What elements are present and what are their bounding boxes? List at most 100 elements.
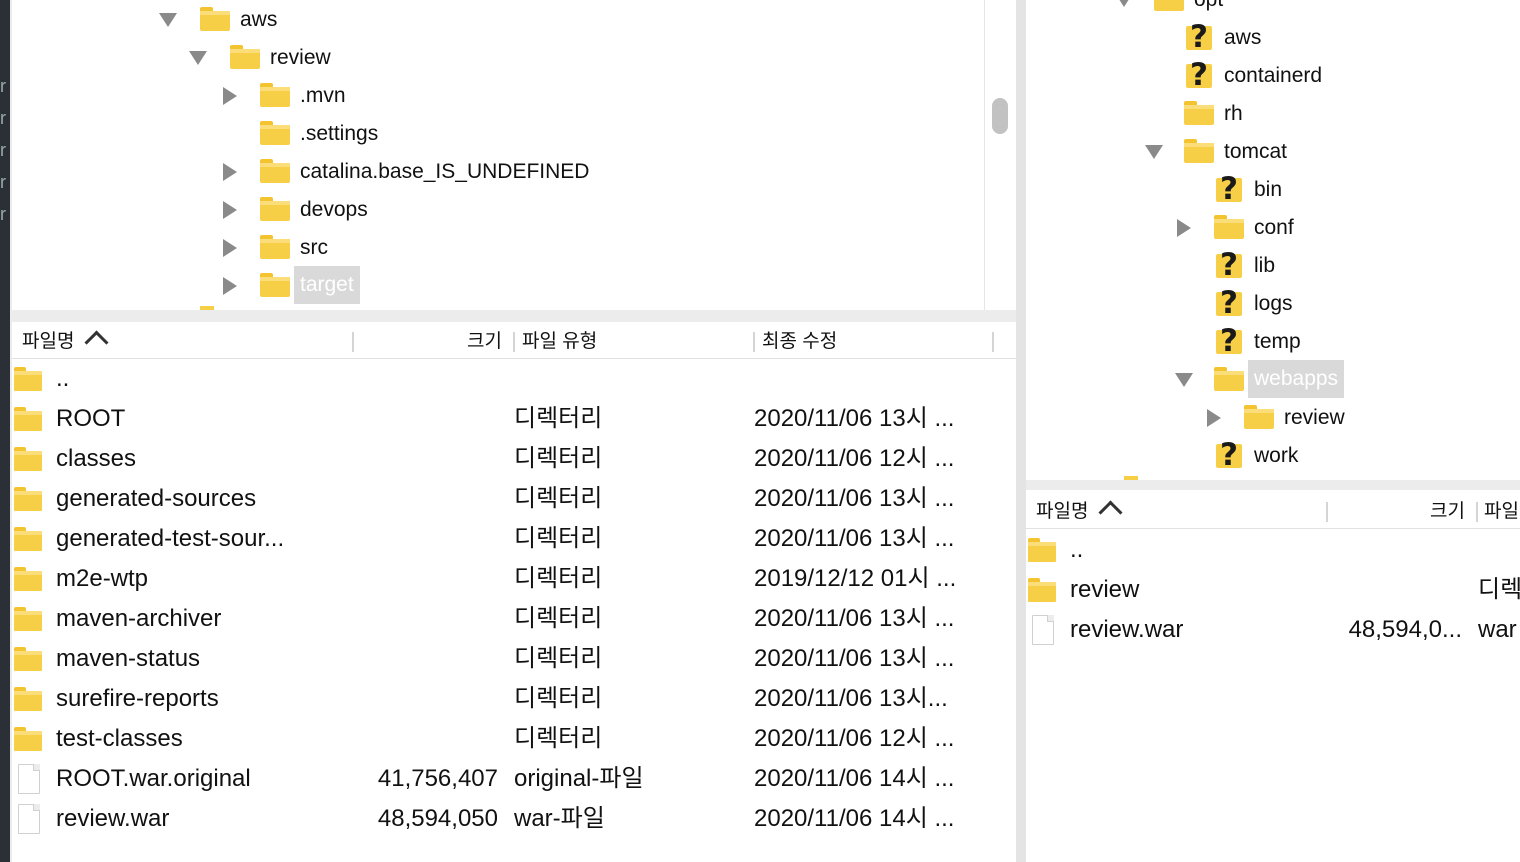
file-list-row[interactable]: .. [1026, 530, 1520, 570]
folder-icon [14, 487, 42, 511]
column-label: 크기 [467, 331, 502, 352]
column-header-name[interactable]: 파일명 [22, 326, 109, 358]
file-list-row[interactable]: review 디렉 [1026, 570, 1520, 610]
local-directory-tree[interactable]: aws review .mvn .settings catalina.base_… [12, 0, 1016, 310]
expand-arrow-icon[interactable] [158, 10, 178, 30]
tree-item-tomcat[interactable]: tomcat [1026, 133, 1520, 171]
collapse-arrow-icon[interactable] [1174, 218, 1194, 238]
tree-item-rh[interactable]: rh [1026, 95, 1520, 133]
collapse-arrow-icon[interactable] [220, 200, 240, 220]
remote-file-list[interactable]: 파일명 크기 파일 .. review 디렉 review.war 48,594,0..… [1026, 490, 1520, 862]
tree-item-review[interactable]: review [12, 39, 982, 77]
file-list-row[interactable]: maven-archiver 디렉터리 2020/11/06 13시 ... [12, 599, 1016, 639]
column-label: 파일명 [1036, 501, 1089, 522]
file-modified: 2020/11/06 13시 ... [754, 525, 955, 552]
file-list-row[interactable]: classes 디렉터리 2020/11/06 12시 ... [12, 439, 1016, 479]
file-list-row[interactable]: maven-status 디렉터리 2020/11/06 13시 ... [12, 639, 1016, 679]
tree-item-review[interactable]: review [1026, 399, 1520, 437]
file-modified: 2020/11/06 12시 ... [754, 445, 955, 472]
column-divider[interactable] [1326, 502, 1328, 522]
tree-scrollbar-track[interactable] [984, 0, 985, 310]
tree-item-label: logs [1254, 292, 1293, 315]
file-name: ROOT.war.original [56, 765, 251, 792]
collapse-arrow-icon[interactable] [220, 238, 240, 258]
tree-item-bin[interactable]: ? bin [1026, 171, 1520, 209]
tree-item-mvn[interactable]: .mvn [12, 77, 982, 115]
column-header-type[interactable]: 파일 [1484, 496, 1519, 528]
collapse-arrow-icon[interactable] [220, 86, 240, 106]
tree-item-target[interactable]: target [12, 266, 982, 305]
collapse-arrow-icon[interactable] [220, 162, 240, 182]
tree-item-webapps[interactable]: webapps [1026, 360, 1520, 399]
file-name: generated-sources [56, 485, 257, 512]
unknown-folder-icon: ? [1184, 58, 1214, 92]
folder-icon [1244, 405, 1274, 429]
folder-icon [260, 159, 290, 183]
file-list-row[interactable]: review.war 48,594,050 war-파일 2020/11/06 14시… [12, 799, 1016, 839]
folder-icon [1184, 101, 1214, 125]
file-list-row[interactable]: .. [12, 359, 1016, 399]
folder-icon [1154, 0, 1184, 11]
tree-item-temp[interactable]: ? temp [1026, 323, 1520, 361]
expand-arrow-icon[interactable] [1144, 142, 1164, 162]
file-list-row[interactable]: generated-test-sour... 디렉터리 2020/11/06 13시… [12, 519, 1016, 559]
column-header-size[interactable]: 크기 [1430, 496, 1465, 528]
folder-icon [200, 306, 214, 310]
folder-icon [14, 687, 42, 711]
file-list-row[interactable]: ROOT 디렉터리 2020/11/06 13시 ... [12, 399, 1016, 439]
folder-icon [1214, 215, 1244, 239]
file-name: maven-status [56, 645, 201, 672]
collapse-arrow-icon[interactable] [1204, 408, 1224, 428]
tree-item-containerd[interactable]: ? containerd [1026, 57, 1520, 95]
tree-item-aws[interactable]: ? aws [1026, 19, 1520, 57]
tree-item-aws[interactable]: aws [12, 1, 982, 39]
tree-item-lib[interactable]: ? lib [1026, 247, 1520, 285]
unknown-folder-icon: ? [1214, 324, 1244, 358]
column-header-name[interactable]: 파일명 [1036, 496, 1123, 528]
tree-item-label: work [1254, 444, 1299, 467]
tree-item-opt[interactable]: opt [1026, 0, 1520, 19]
column-label: 파일 [1484, 501, 1519, 522]
local-file-list[interactable]: 파일명 크기 파일 유형 최종 수정 .. ROOT 디렉터리 2020/11/06 … [12, 322, 1016, 862]
folder-icon [14, 607, 42, 631]
tree-item-devops[interactable]: devops [12, 191, 982, 229]
column-divider[interactable] [753, 332, 755, 352]
expand-arrow-icon[interactable] [1174, 370, 1194, 390]
expand-arrow-icon[interactable] [1114, 0, 1134, 10]
file-list-row[interactable]: review.war 48,594,0... war [1026, 610, 1520, 650]
tree-item-logs[interactable]: ? logs [1026, 285, 1520, 323]
column-divider[interactable] [992, 332, 994, 352]
column-divider[interactable] [513, 332, 515, 352]
tree-item-conf[interactable]: conf [1026, 209, 1520, 247]
tree-item-work[interactable]: ? work [1026, 437, 1520, 475]
file-list-row[interactable]: ROOT.war.original 41,756,407 original-파일 20… [12, 759, 1016, 799]
background-char: r [0, 108, 6, 128]
tree-item-catalina[interactable]: catalina.base_IS_UNDEFINED [12, 153, 982, 191]
tree-item-settings[interactable]: .settings [12, 115, 982, 153]
background-char: r [0, 76, 6, 96]
file-list-row[interactable]: surefire-reports 디렉터리 2020/11/06 13시... [12, 679, 1016, 719]
file-list-row[interactable]: test-classes 디렉터리 2020/11/06 12시 ... [12, 719, 1016, 759]
folder-icon [260, 235, 290, 259]
column-divider[interactable] [352, 332, 354, 352]
tree-item-label: target [294, 266, 360, 304]
folder-icon [1028, 578, 1056, 602]
column-header-size[interactable]: 크기 [467, 326, 502, 358]
pane-splitter[interactable] [1016, 0, 1026, 862]
unknown-folder-icon: ? [1214, 248, 1244, 282]
collapse-arrow-icon[interactable] [220, 276, 240, 296]
column-header-type[interactable]: 파일 유형 [522, 326, 597, 358]
column-header-modified[interactable]: 최종 수정 [762, 326, 837, 358]
tree-scrollbar-thumb[interactable] [992, 98, 1008, 134]
folder-icon [1028, 538, 1056, 562]
remote-directory-tree[interactable]: opt? aws? containerd rh tomcat? bin conf? lib? l… [1026, 0, 1520, 480]
tree-item-src[interactable]: src [12, 229, 982, 267]
file-list-row[interactable]: generated-sources 디렉터리 2020/11/06 13시 ... [12, 479, 1016, 519]
file-type: 디렉터리 [514, 485, 603, 512]
folder-icon [260, 83, 290, 107]
folder-icon [1184, 139, 1214, 163]
expand-arrow-icon[interactable] [188, 48, 208, 68]
file-list-row[interactable]: m2e-wtp 디렉터리 2019/12/12 01시 ... [12, 559, 1016, 599]
column-divider[interactable] [1476, 502, 1478, 522]
file-name: review [1070, 576, 1140, 603]
